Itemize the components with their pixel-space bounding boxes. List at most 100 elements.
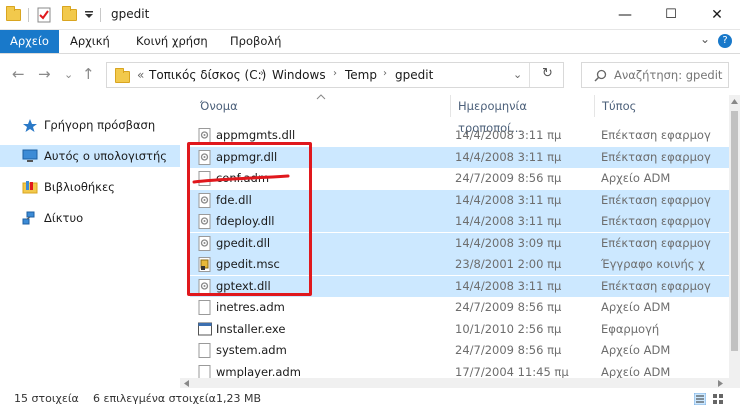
forward-button[interactable]: → [38,65,51,83]
vertical-scrollbar[interactable] [729,95,740,388]
breadcrumb-drive[interactable]: Τοπικός δίσκος (C:) [149,68,266,82]
dll-icon [198,149,211,165]
file-icon [198,171,211,186]
status-bar: 15 στοιχεία 6 επιλεγμένα στοιχεία 1,23 M… [0,388,740,410]
file-name: Installer.exe [216,321,286,336]
customize-toolbar-icon[interactable] [84,10,94,20]
file-type: Αρχείο ADM [601,171,671,185]
breadcrumb-separator[interactable]: › [333,68,337,79]
scroll-left-icon[interactable] [184,380,189,387]
chevron-down-icon[interactable]: ⌄ [700,32,710,46]
folder-icon [6,6,21,21]
tab-view[interactable]: Προβολή [220,30,291,53]
status-selected-count: 6 επιλεγμένα στοιχεία [93,392,216,405]
file-row[interactable]: fde.dll 14/4/2008 3:11 πμ Επέκταση εφαρμογ [190,189,729,211]
details-view-icon[interactable] [694,393,706,405]
file-date-modified: 14/4/2008 3:11 πμ [455,192,562,207]
window-title: gpedit [111,7,150,21]
msc-icon [198,257,211,272]
recent-locations-button[interactable]: ⌄ [64,68,73,81]
file-date-modified: 14/4/2008 3:11 πμ [455,149,562,164]
file-type: Επέκταση εφαρμογ [601,149,711,164]
file-type: Επέκταση εφαρμογ [601,214,711,228]
up-button[interactable]: ↑ [82,65,95,83]
file-icon [198,300,211,315]
file-row[interactable]: gpedit.dll 14/4/2008 3:09 πμ Επέκταση εφαρ… [190,232,729,254]
back-button[interactable]: ← [12,65,25,83]
divider [100,8,101,22]
close-button[interactable]: ✕ [694,0,740,30]
nav-item-label: Δίκτυο [44,211,84,225]
file-row[interactable]: conf.adm 24/7/2009 8:56 πμ Αρχείο ADM [190,168,729,189]
file-row[interactable]: gpedit.msc 23/8/2001 2:00 πμ Έγγραφο κοινή… [190,254,729,275]
computer-icon [22,149,38,162]
breadcrumb-overflow[interactable]: « [137,68,144,82]
scrollbar-thumb[interactable] [731,111,738,351]
file-name: appmgmts.dll [216,128,296,142]
column-header-date[interactable]: Ημερομηνία τροποποί... [452,95,592,135]
search-input[interactable] [614,66,726,84]
file-type: Επέκταση εφαρμογ [601,278,711,293]
file-icon [198,343,211,358]
file-row[interactable]: appmgr.dll 14/4/2008 3:11 πμ Επέκταση εφαρ… [190,146,729,168]
minimize-button[interactable]: — [602,0,648,30]
library-icon [22,181,38,194]
status-selected-size: 1,23 MB [216,392,262,405]
column-header-name[interactable]: Όνομα [194,95,444,117]
status-item-count: 15 στοιχεία [14,392,79,405]
tab-home[interactable]: Αρχική [60,30,120,53]
column-divider[interactable] [450,95,451,117]
column-header-type[interactable]: Τύπος [596,95,726,117]
file-name: appmgr.dll [216,149,278,164]
scroll-up-icon[interactable] [731,99,738,104]
file-date-modified: 23/8/2001 2:00 πμ [455,257,562,271]
file-name: gptext.dll [216,278,271,293]
file-row[interactable]: inetres.adm 24/7/2009 8:56 πμ Αρχείο ADM [190,297,729,318]
breadcrumb-separator[interactable]: › [383,68,387,79]
file-type: Έγγραφο κοινής χ [601,257,705,271]
help-button[interactable]: ? [718,34,732,48]
file-list: Όνομα Ημερομηνία τροποποί... Τύπος appmg… [180,94,740,388]
new-folder-icon[interactable] [62,6,77,21]
file-name: system.adm [216,343,287,357]
file-row[interactable]: gptext.dll 14/4/2008 3:11 πμ Επέκταση εφαρ… [190,275,729,297]
dll-icon [198,278,211,294]
file-row[interactable]: system.adm 24/7/2009 8:56 πμ Αρχείο ADM [190,340,729,361]
file-row[interactable]: appmgmts.dll 14/4/2008 3:11 πμ Επέκταση εφ… [190,125,729,146]
search-icon [594,69,607,82]
nav-item-label: Γρήγορη πρόσβαση [44,118,156,132]
nav-item-network[interactable]: Δίκτυο [0,207,180,229]
chevron-down-icon[interactable]: ⌄ [513,68,522,81]
horizontal-scrollbar[interactable] [180,378,729,388]
address-row: ← → ⌄ ↑ « Τοπικός δίσκος (C:) › Windows … [0,55,740,95]
file-date-modified: 24/7/2009 8:56 πμ [455,171,562,185]
file-type: Επέκταση εφαρμογ [601,192,711,207]
scroll-right-icon[interactable] [718,380,723,387]
tab-file[interactable]: Αρχείο [0,30,59,53]
breadcrumb-windows[interactable]: Windows [272,68,326,82]
file-row[interactable]: fdeploy.dll 14/4/2008 3:11 πμ Επέκταση εφα… [190,211,729,232]
navigation-pane: Γρήγορη πρόσβαση Αυτός ο υπολογιστής Βιβ… [0,95,180,388]
tab-share[interactable]: Κοινή χρήση [126,30,218,53]
file-date-modified: 14/4/2008 3:11 πμ [455,278,562,293]
nav-item-libraries[interactable]: Βιβλιοθήκες [0,176,180,198]
file-name: conf.adm [216,171,270,185]
properties-icon[interactable] [36,7,52,23]
file-type: Επέκταση εφαρμογ [601,235,711,250]
nav-item-quick-access[interactable]: Γρήγορη πρόσβαση [0,114,180,136]
file-date-modified: 14/4/2008 3:11 πμ [455,128,562,142]
dll-icon [198,192,211,208]
breadcrumb-gpedit[interactable]: gpedit [395,68,433,82]
title-bar: gpedit — ☐ ✕ [0,0,740,30]
maximize-button[interactable]: ☐ [648,0,694,30]
column-divider[interactable] [594,95,595,117]
divider [529,63,530,87]
address-bar[interactable]: « Τοπικός δίσκος (C:) › Windows › Temp ›… [106,62,564,88]
nav-item-this-pc[interactable]: Αυτός ο υπολογιστής [0,145,180,167]
file-row[interactable]: Installer.exe 10/1/2010 2:56 πμ Εφαρμογή [190,319,729,340]
breadcrumb-separator[interactable]: › [260,68,264,79]
large-icons-view-icon[interactable] [712,393,724,405]
search-box[interactable] [581,62,729,88]
breadcrumb-temp[interactable]: Temp [345,68,377,82]
refresh-button[interactable]: ↻ [542,66,553,81]
